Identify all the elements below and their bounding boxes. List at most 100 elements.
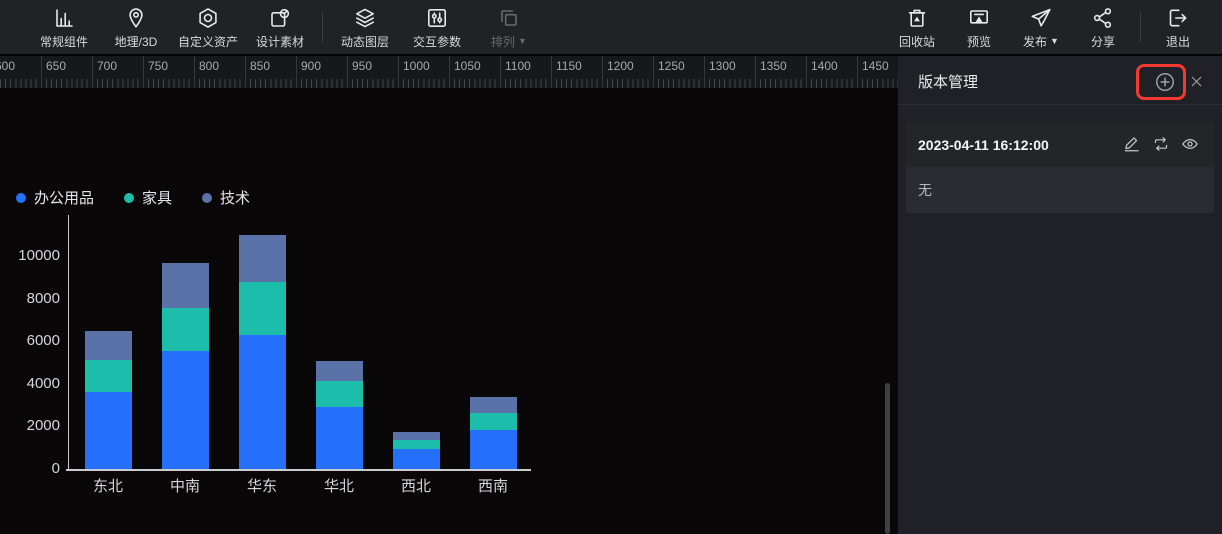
toolbar-item-design-material[interactable]: 设计素材	[244, 0, 316, 54]
y-axis-tick-label: 6000	[0, 332, 60, 349]
x-axis-category-label: 东北	[69, 475, 147, 496]
bar-segment[interactable]	[239, 335, 286, 469]
toolbar-item-label: 地理/3D	[115, 33, 158, 50]
legend-label: 办公用品	[34, 187, 94, 208]
ruler-label: 700	[97, 59, 117, 73]
ruler-label: 1200	[607, 59, 634, 73]
ruler-label: 650	[46, 59, 66, 73]
app-root: 常规组件 地理/3D 自定义资产 设计素材 动态图层 交互参数 排列▼ 回收站 …	[0, 0, 1222, 534]
toolbar-item-trash[interactable]: 回收站	[886, 0, 948, 54]
x-axis-category-label: 西南	[454, 475, 532, 496]
toolbar-item-exit[interactable]: 退出	[1147, 0, 1209, 54]
ruler-label: 750	[148, 59, 168, 73]
bar-segment[interactable]	[316, 361, 363, 381]
bar-segment[interactable]	[85, 360, 132, 392]
chart-bars-icon	[52, 5, 76, 31]
bar-segment[interactable]	[470, 397, 517, 413]
bar-segment[interactable]	[239, 282, 286, 335]
ruler-label: 1450	[862, 59, 889, 73]
bar-segment[interactable]	[162, 351, 209, 469]
view-version-button[interactable]	[1181, 136, 1199, 154]
ruler-major-tick	[194, 56, 195, 88]
toolbar-item-chart-bars[interactable]: 常规组件	[28, 0, 100, 54]
bar-segment[interactable]	[470, 413, 517, 430]
bar-segment[interactable]	[393, 449, 440, 469]
legend-item[interactable]: 办公用品	[16, 187, 94, 208]
rollback-version-button[interactable]	[1152, 136, 1170, 154]
paper-plane-icon	[1029, 5, 1053, 31]
ruler-label: 1150	[556, 59, 582, 73]
bar-segment[interactable]	[162, 263, 209, 308]
ruler-major-tick	[296, 56, 297, 88]
x-axis-category-label: 华东	[223, 475, 301, 496]
version-card[interactable]: 2023-04-11 16:12:00 无	[906, 123, 1214, 213]
version-card-header: 2023-04-11 16:12:00	[906, 123, 1214, 167]
legend-item[interactable]: 技术	[202, 187, 250, 208]
toolbar-item-label: 回收站	[899, 33, 935, 50]
toolbar-item-hexagon-asset[interactable]: 自定义资产	[172, 0, 244, 54]
add-version-button[interactable]	[1154, 71, 1176, 93]
toolbar-item-label: 退出	[1166, 33, 1190, 50]
version-timestamp: 2023-04-11 16:12:00	[918, 137, 1123, 153]
bar-segment[interactable]	[316, 407, 363, 469]
bar-segment[interactable]	[85, 331, 132, 361]
toolbar-item-share-nodes[interactable]: 分享	[1072, 0, 1134, 54]
legend-item[interactable]: 家具	[124, 187, 172, 208]
bar-segment[interactable]	[85, 392, 132, 469]
toolbar-item-label: 发布▼	[1023, 33, 1059, 50]
toolbar-separator	[322, 12, 323, 42]
toolbar-item-arrange[interactable]: 排列▼	[473, 0, 545, 54]
legend-dot-icon	[16, 193, 26, 203]
bar-segment[interactable]	[393, 432, 440, 440]
version-panel-header: 版本管理	[898, 56, 1222, 105]
bar-segment[interactable]	[316, 381, 363, 408]
toolbar-item-label: 动态图层	[341, 33, 389, 50]
ruler-major-tick	[551, 56, 552, 88]
x-axis-category-label: 中南	[146, 475, 224, 496]
ruler-major-tick	[755, 56, 756, 88]
toolbar-item-label: 分享	[1091, 33, 1115, 50]
ruler-major-tick	[92, 56, 93, 88]
bar-segment[interactable]	[239, 235, 286, 282]
ruler-label: 1250	[658, 59, 685, 73]
arrange-icon	[497, 5, 521, 31]
bar-segment[interactable]	[162, 308, 209, 351]
ruler-major-tick	[143, 56, 144, 88]
toolbar-item-sliders[interactable]: 交互参数	[401, 0, 473, 54]
share-nodes-icon	[1091, 5, 1115, 31]
chart-legend: 办公用品 家具 技术	[16, 187, 250, 208]
ruler-major-tick	[602, 56, 603, 88]
y-axis-tick-label: 0	[0, 460, 60, 477]
toolbar-item-paper-plane[interactable]: 发布▼	[1010, 0, 1072, 54]
canvas-vertical-scrollbar[interactable]	[885, 383, 890, 534]
ruler-label: 900	[301, 59, 321, 73]
toolbar-item-map-pin[interactable]: 地理/3D	[100, 0, 172, 54]
design-canvas[interactable]: 办公用品 家具 技术0200040006000800010000东北中南华东华北…	[0, 88, 898, 534]
edit-version-button[interactable]	[1123, 136, 1141, 154]
ruler-major-tick	[449, 56, 450, 88]
design-material-icon	[268, 5, 292, 31]
version-actions	[1123, 136, 1199, 154]
ruler-label: 850	[250, 59, 270, 73]
close-panel-button[interactable]	[1188, 73, 1205, 90]
x-axis-category-label: 华北	[300, 475, 378, 496]
legend-label: 家具	[142, 187, 172, 208]
toolbar-item-label: 交互参数	[413, 33, 461, 50]
legend-dot-icon	[124, 193, 134, 203]
ruler-label: 1400	[811, 59, 838, 73]
toolbar-item-layers[interactable]: 动态图层	[329, 0, 401, 54]
exit-icon	[1166, 5, 1190, 31]
sliders-icon	[425, 5, 449, 31]
toolbar-right-group: 回收站 预览 发布▼ 分享 退出	[886, 0, 1209, 54]
toolbar-item-label: 自定义资产	[178, 33, 238, 50]
legend-dot-icon	[202, 193, 212, 203]
x-axis-category-label: 西北	[377, 475, 455, 496]
version-panel: 版本管理 2023-04-11 16:12:00 无	[898, 56, 1222, 534]
toolbar-item-label: 设计素材	[256, 33, 304, 50]
toolbar-left-group: 常规组件 地理/3D 自定义资产 设计素材 动态图层 交互参数 排列▼	[28, 0, 545, 54]
rollback-icon	[1152, 135, 1170, 156]
bar-segment[interactable]	[393, 440, 440, 449]
toolbar-item-monitor-preview[interactable]: 预览	[948, 0, 1010, 54]
bar-segment[interactable]	[470, 430, 517, 469]
layers-icon	[353, 5, 377, 31]
